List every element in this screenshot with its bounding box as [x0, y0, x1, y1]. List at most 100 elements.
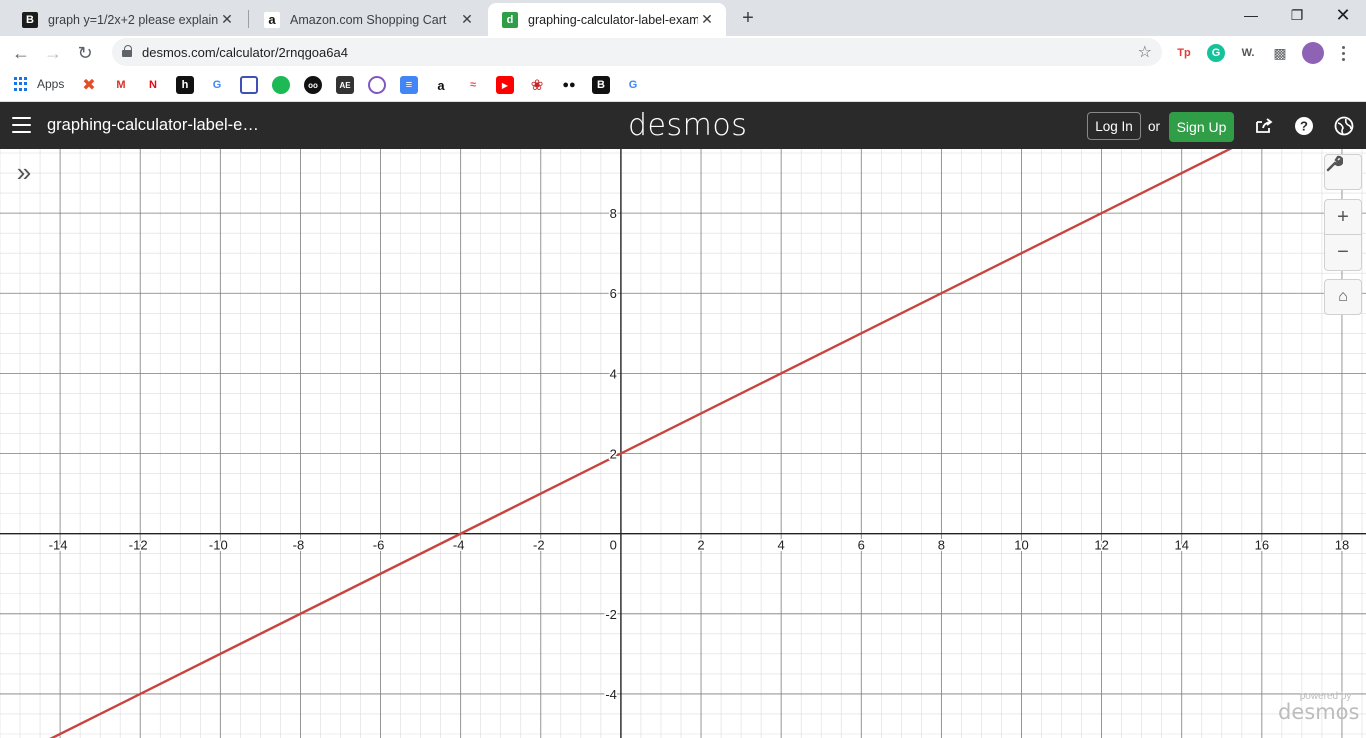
tab-separator	[248, 10, 249, 28]
y-tick-label: 4	[610, 366, 617, 381]
extensions-puzzle-icon[interactable]: ▩	[1271, 44, 1289, 62]
desmos-header: graphing-calculator-label-e… desmos Log …	[0, 102, 1366, 149]
bookmark-amazon-icon[interactable]: a	[432, 76, 450, 94]
x-tick-label: 18	[1335, 538, 1349, 553]
axes	[0, 149, 1366, 738]
bookmark-gmail-icon[interactable]: M	[112, 76, 130, 94]
close-tab-icon[interactable]: ✕	[698, 11, 716, 29]
x-tick-label: -6	[373, 538, 385, 553]
share-icon[interactable]	[1254, 116, 1274, 136]
bookmark-h-icon[interactable]: h	[176, 76, 194, 94]
minimize-window-icon[interactable]: —	[1228, 0, 1274, 30]
lock-icon	[122, 45, 132, 57]
origin-label: 0	[610, 538, 617, 553]
bookmark-google-2-icon[interactable]: G	[624, 76, 642, 94]
browser-toolbar: ← → ↻ desmos.com/calculator/2rnqgoa6a4 ☆…	[0, 36, 1366, 69]
minor-gridlines	[0, 149, 1366, 738]
url-text[interactable]: desmos.com/calculator/2rnqgoa6a4	[142, 45, 348, 60]
bookmark-doordash-icon[interactable]: ≈	[464, 76, 482, 94]
tab-title: Amazon.com Shopping Cart	[290, 12, 447, 27]
tp-extension-icon[interactable]: Tp	[1175, 44, 1193, 62]
bookmark-netflix-icon[interactable]: N	[144, 76, 162, 94]
bookmark-google-icon[interactable]: G	[208, 76, 226, 94]
bookmark-spotify-icon[interactable]	[272, 76, 290, 94]
apps-grid-icon	[14, 77, 28, 91]
bookmark-medium-icon[interactable]: ●●	[560, 76, 578, 94]
zoom-out-icon[interactable]: −	[1324, 235, 1362, 271]
bookmark-ring-icon[interactable]	[368, 76, 386, 94]
graph-canvas[interactable]: -14 -12 -10 -8 -6 -4 -2 0 2 4 6 8 10 12 14 16 18 -4 -2 2 4 6 8	[0, 149, 1366, 738]
x-tick-label: 10	[1014, 538, 1028, 553]
browser-menu-icon[interactable]	[1336, 44, 1350, 62]
bookmark-circle-icon[interactable]: oo	[304, 76, 322, 94]
wordtune-extension-icon[interactable]: W.	[1239, 44, 1257, 62]
x-tick-label: -2	[533, 538, 545, 553]
tab-amazon[interactable]: a Amazon.com Shopping Cart ✕	[250, 3, 486, 36]
amazon-favicon-icon: a	[264, 11, 280, 28]
graph-settings-wrench-icon[interactable]	[1324, 154, 1362, 190]
desmos-logo: desmos	[628, 108, 748, 143]
graph-title[interactable]: graphing-calculator-label-e…	[47, 116, 259, 135]
x-tick-label: -12	[129, 538, 148, 553]
reload-icon[interactable]: ↻	[72, 40, 98, 66]
forward-arrow-icon[interactable]: →	[40, 40, 66, 66]
y-tick-label: 6	[610, 286, 617, 301]
x-tick-label: 12	[1094, 538, 1108, 553]
x-tick-label: 2	[697, 538, 704, 553]
expand-expression-list-icon[interactable]: »	[10, 157, 38, 187]
graph-paper[interactable]: -14 -12 -10 -8 -6 -4 -2 0 2 4 6 8 10 12 14 16 18 -4 -2 2 4 6 8…	[0, 149, 1366, 738]
bookmark-star-icon[interactable]: ☆	[1138, 42, 1152, 62]
powered-by-logo: desmos	[1278, 700, 1360, 724]
grammarly-extension-icon[interactable]: G	[1207, 44, 1225, 62]
profile-avatar[interactable]	[1302, 42, 1324, 64]
desmos-favicon-icon: d	[502, 11, 518, 28]
y-tick-label: -4	[605, 687, 617, 702]
back-arrow-icon[interactable]: ←	[8, 40, 34, 66]
major-gridlines	[0, 149, 1366, 738]
close-tab-icon[interactable]: ✕	[218, 11, 236, 29]
x-tick-label: 8	[938, 538, 945, 553]
bookmark-brainly-icon[interactable]: B	[592, 76, 610, 94]
y-tick-label: 8	[610, 206, 617, 221]
bookmark-ae-icon[interactable]: AE	[336, 76, 354, 94]
y-tick-label: 2	[610, 447, 617, 462]
close-tab-icon[interactable]: ✕	[458, 11, 476, 29]
sign-up-button[interactable]: Sign Up	[1169, 112, 1234, 142]
help-icon[interactable]: ?	[1294, 116, 1314, 136]
x-tick-label: 16	[1255, 538, 1269, 553]
bookmark-calendar-icon[interactable]	[240, 76, 258, 94]
log-in-button[interactable]: Log In	[1087, 112, 1141, 140]
bookmark-x-icon[interactable]: ✖	[80, 76, 98, 94]
apps-shortcut[interactable]: Apps	[14, 77, 64, 91]
svg-text:?: ?	[1300, 119, 1308, 134]
tab-title: graphing-calculator-label-examp	[528, 12, 698, 27]
powered-by-desmos: powered by desmos	[1278, 691, 1359, 723]
apps-label: Apps	[37, 77, 65, 91]
x-tick-label: 4	[778, 538, 785, 553]
new-tab-button[interactable]: +	[736, 6, 760, 30]
tab-brainly[interactable]: B graph y=1/2x+2 please explain - ✕	[8, 3, 246, 36]
x-tick-label: 6	[858, 538, 865, 553]
x-tick-label: -8	[293, 538, 305, 553]
or-label: or	[1148, 119, 1161, 134]
zoom-in-icon[interactable]: +	[1324, 199, 1362, 235]
restore-window-icon[interactable]: ❐	[1274, 0, 1320, 30]
tab-desmos[interactable]: d graphing-calculator-label-examp ✕	[488, 3, 726, 36]
close-window-icon[interactable]: ✕	[1320, 0, 1366, 30]
browser-tab-bar: B graph y=1/2x+2 please explain - ✕ a Am…	[0, 0, 1366, 36]
bookmark-youtube-icon[interactable]: ▶	[496, 76, 514, 94]
curves	[49, 149, 1233, 738]
default-viewport-home-icon[interactable]: ⌂	[1324, 279, 1362, 315]
bookmark-flower-icon[interactable]: ❀	[528, 76, 546, 94]
x-tick-label: -10	[209, 538, 228, 553]
tick-labels: -14 -12 -10 -8 -6 -4 -2 0 2 4 6 8 10 12 14 16 18 -4 -2 2 4 6 8	[47, 205, 1351, 704]
hamburger-menu-icon[interactable]	[12, 117, 31, 133]
y-tick-label: -2	[605, 607, 617, 622]
x-tick-label: -14	[49, 538, 68, 553]
x-tick-label: 14	[1174, 538, 1188, 553]
bookmark-docs-icon[interactable]: ≡	[400, 76, 418, 94]
brainly-favicon-icon: B	[22, 11, 38, 28]
address-bar[interactable]: desmos.com/calculator/2rnqgoa6a4 ☆	[112, 38, 1162, 66]
language-globe-icon[interactable]	[1334, 116, 1354, 136]
tab-title: graph y=1/2x+2 please explain -	[48, 12, 218, 27]
